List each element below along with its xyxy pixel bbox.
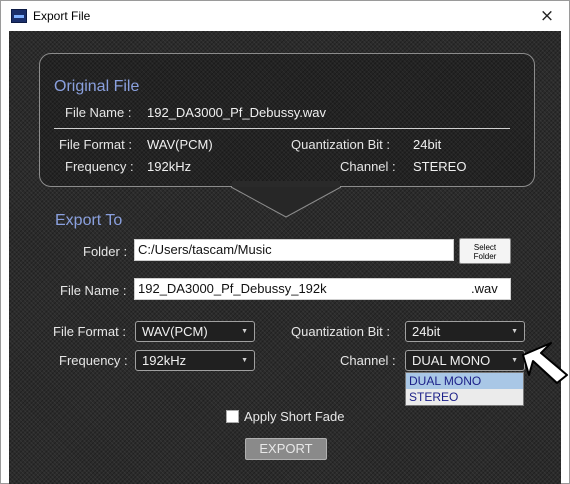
original-channel-label: Channel : [340, 159, 396, 174]
original-quantization-label: Quantization Bit : [291, 137, 390, 152]
original-file-title: Original File [54, 78, 140, 95]
folder-field[interactable]: C:/Users/tascam/Music [134, 239, 454, 261]
apply-short-fade-checkbox[interactable] [226, 410, 239, 423]
panel-pointer [231, 181, 341, 218]
file-format-select[interactable]: WAV(PCM) ▼ [135, 321, 255, 342]
file-name-field[interactable]: 192_DA3000_Pf_Debussy_192k .wav [134, 278, 511, 300]
channel-value: DUAL MONO [412, 353, 491, 368]
file-format-value: WAV(PCM) [142, 324, 208, 339]
export-button[interactable]: EXPORT [245, 438, 327, 460]
original-file-format-label: File Format : [59, 137, 132, 152]
export-to-title: Export To [55, 212, 123, 229]
apply-short-fade-label: Apply Short Fade [244, 409, 345, 424]
channel-option-dual-mono[interactable]: DUAL MONO [406, 373, 523, 389]
original-file-format: WAV(PCM) [147, 137, 213, 152]
original-quantization: 24bit [413, 137, 442, 152]
original-channel: STEREO [413, 159, 467, 174]
title-bar: Export File × [1, 1, 569, 31]
file-name-label: File Name : [60, 283, 127, 298]
window-title: Export File [33, 9, 91, 23]
frequency-select[interactable]: 192kHz ▼ [135, 350, 255, 371]
quantization-label: Quantization Bit : [291, 324, 390, 339]
quantization-value: 24bit [412, 324, 441, 339]
frequency-value: 192kHz [142, 353, 187, 368]
select-folder-line1: Select [473, 243, 497, 252]
channel-option-stereo[interactable]: STEREO [406, 389, 523, 405]
chevron-down-icon: ▼ [241, 328, 248, 335]
original-file-name-label: File Name : [65, 105, 132, 120]
channel-select[interactable]: DUAL MONO ▼ [405, 350, 525, 371]
chevron-down-icon: ▼ [511, 357, 518, 364]
file-format-label: File Format : [53, 324, 126, 339]
file-extension: .wav [471, 281, 498, 296]
mouse-cursor-icon [522, 342, 568, 384]
original-frequency-label: Frequency : [65, 159, 134, 174]
select-folder-line2: Folder [473, 252, 497, 261]
file-name-value: 192_DA3000_Pf_Debussy_192k [138, 281, 327, 296]
chevron-down-icon: ▼ [241, 357, 248, 364]
select-folder-button[interactable]: Select Folder [459, 238, 511, 264]
original-file-name: 192_DA3000_Pf_Debussy.wav [147, 105, 326, 120]
original-frequency: 192kHz [147, 159, 192, 174]
frequency-label: Frequency : [59, 353, 128, 368]
close-icon[interactable]: × [525, 1, 569, 31]
export-file-dialog: Export File × Original File File Name : … [0, 0, 570, 484]
dialog-body: Original File File Name : 192_DA3000_Pf_… [9, 31, 561, 484]
quantization-select[interactable]: 24bit ▼ [405, 321, 525, 342]
divider [54, 128, 510, 129]
chevron-down-icon: ▼ [511, 328, 518, 335]
channel-dropdown-list: DUAL MONO STEREO [405, 372, 524, 406]
channel-label: Channel : [340, 353, 396, 368]
app-icon [11, 9, 27, 23]
folder-label: Folder : [83, 244, 128, 259]
